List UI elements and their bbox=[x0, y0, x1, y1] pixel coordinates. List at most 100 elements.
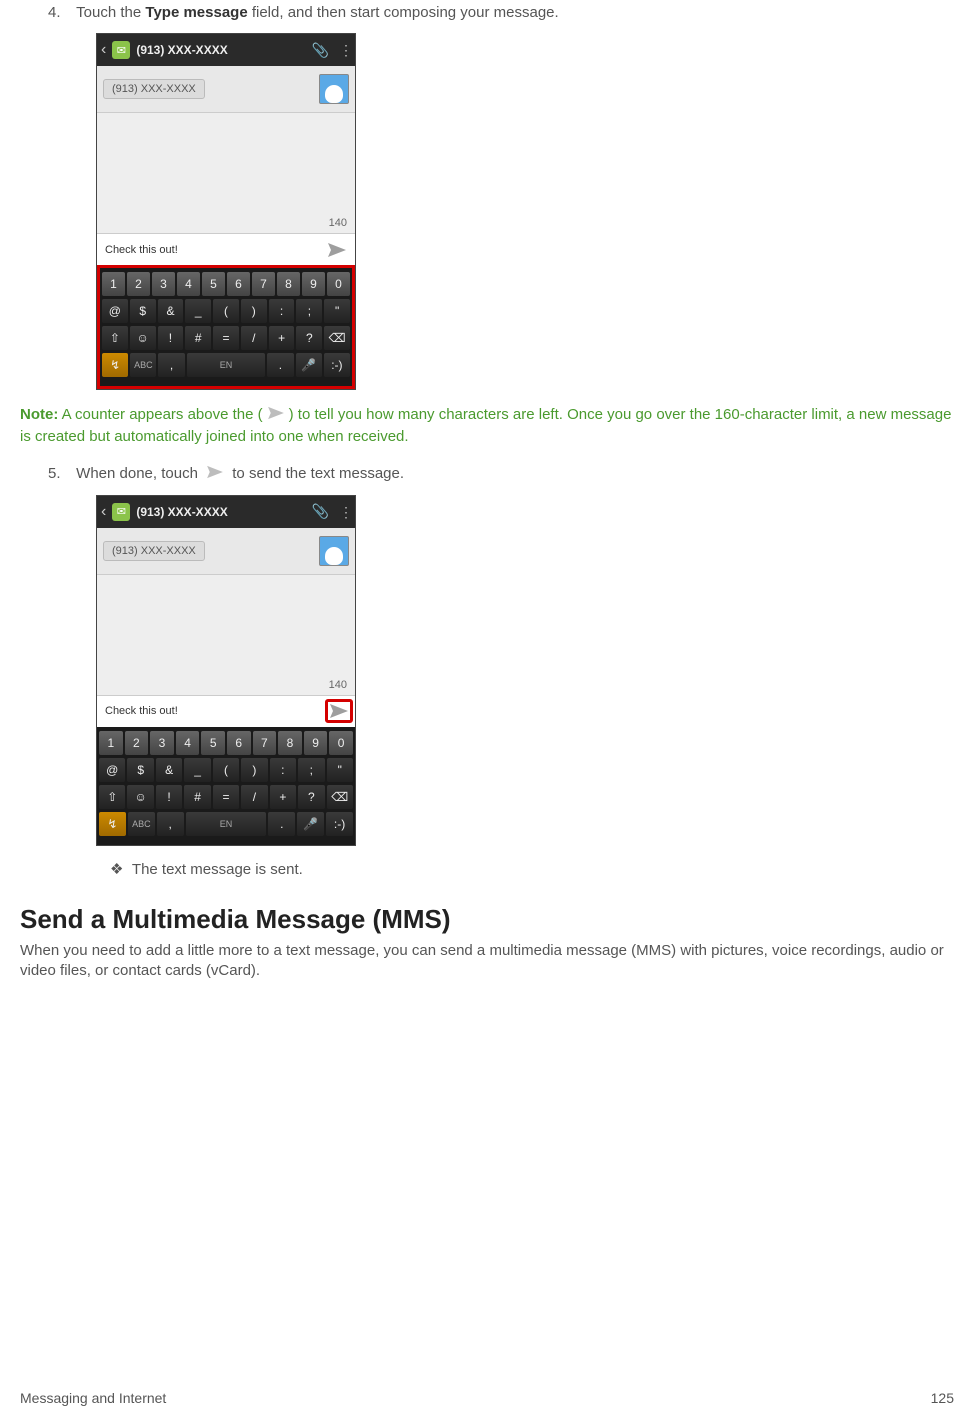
key: 2 bbox=[127, 272, 150, 296]
key: : bbox=[269, 299, 295, 323]
key: . bbox=[267, 353, 293, 377]
key-swype: ↯ bbox=[102, 353, 128, 377]
key: 8 bbox=[277, 272, 300, 296]
key: 3 bbox=[150, 731, 174, 755]
message-input-value: Check this out! bbox=[101, 244, 323, 256]
key: ; bbox=[296, 299, 322, 323]
footer-page-number: 125 bbox=[931, 1390, 954, 1406]
key-space: EN bbox=[187, 353, 266, 377]
key: _ bbox=[184, 758, 210, 782]
on-screen-keyboard-highlighted: 1 2 3 4 5 6 7 8 9 0 @ $ & _ ( ) : ; " bbox=[97, 265, 355, 389]
result-text: The text message is sent. bbox=[132, 861, 303, 878]
contact-avatar-icon bbox=[319, 536, 349, 566]
char-counter: 140 bbox=[329, 217, 347, 229]
key: . bbox=[268, 812, 295, 836]
key: = bbox=[213, 326, 239, 350]
send-button-highlighted bbox=[325, 699, 353, 723]
attach-icon: 📎 bbox=[312, 503, 329, 520]
char-counter: 140 bbox=[329, 679, 347, 691]
key: 9 bbox=[304, 731, 328, 755]
recipient-row: (913) XXX-XXXX bbox=[97, 66, 355, 113]
key: # bbox=[185, 326, 211, 350]
key: , bbox=[157, 812, 184, 836]
key: 0 bbox=[329, 731, 353, 755]
key-mic: 🎤 bbox=[297, 812, 324, 836]
key: 8 bbox=[278, 731, 302, 755]
key-smiley: :-) bbox=[324, 353, 350, 377]
step5-pre: When done, touch bbox=[76, 465, 202, 482]
key-swype: ↯ bbox=[99, 812, 126, 836]
overflow-menu-icon: ⋮ bbox=[339, 47, 351, 53]
keyboard-row-1: 1 2 3 4 5 6 7 8 9 0 bbox=[99, 731, 353, 755]
note-label: Note: bbox=[20, 406, 58, 423]
messaging-app-icon: ✉ bbox=[112, 41, 130, 59]
key: 7 bbox=[253, 731, 277, 755]
message-thread-area: 140 bbox=[97, 575, 355, 695]
key-abc: ABC bbox=[130, 353, 156, 377]
keyboard-row-1: 1 2 3 4 5 6 7 8 9 0 bbox=[102, 272, 350, 296]
key-shift: ⇧ bbox=[102, 326, 128, 350]
overflow-menu-icon: ⋮ bbox=[339, 509, 351, 515]
screenshot-2: ‹ ✉ (913) XXX-XXXX 📎 ⋮ (913) XXX-XXXX 14… bbox=[96, 495, 954, 846]
phone-frame: ‹ ✉ (913) XXX-XXXX 📎 ⋮ (913) XXX-XXXX 14… bbox=[96, 33, 356, 390]
key: ; bbox=[298, 758, 324, 782]
key-backspace: ⌫ bbox=[327, 785, 353, 809]
result-bullet: ❖ The text message is sent. bbox=[110, 860, 954, 878]
key-emoji: ☺ bbox=[127, 785, 153, 809]
attach-icon: 📎 bbox=[312, 42, 329, 59]
key: & bbox=[156, 758, 182, 782]
key: ( bbox=[213, 299, 239, 323]
key-abc: ABC bbox=[128, 812, 155, 836]
recipient-row: (913) XXX-XXXX bbox=[97, 528, 355, 575]
key: $ bbox=[127, 758, 153, 782]
footer-section-name: Messaging and Internet bbox=[20, 1390, 166, 1406]
keyboard-row-3: ⇧ ☺ ! # = / + ? ⌫ bbox=[102, 326, 350, 350]
key-mic: 🎤 bbox=[296, 353, 322, 377]
key: ? bbox=[298, 785, 324, 809]
send-icon-inline bbox=[265, 405, 287, 426]
step-5: 5. When done, touch to send the text mes… bbox=[48, 465, 954, 483]
phone-titlebar: ‹ ✉ (913) XXX-XXXX 📎 ⋮ bbox=[97, 496, 355, 528]
key: 7 bbox=[252, 272, 275, 296]
back-icon: ‹ bbox=[101, 503, 106, 521]
key: " bbox=[327, 758, 353, 782]
key-space: EN bbox=[186, 812, 267, 836]
note-paragraph: Note: A counter appears above the () to … bbox=[20, 404, 954, 447]
key: 0 bbox=[327, 272, 350, 296]
key: 5 bbox=[201, 731, 225, 755]
step-number: 4. bbox=[48, 4, 72, 21]
key: ) bbox=[241, 299, 267, 323]
diamond-bullet-icon: ❖ bbox=[110, 860, 128, 878]
key: @ bbox=[99, 758, 125, 782]
key: / bbox=[241, 785, 267, 809]
key-emoji: ☺ bbox=[130, 326, 156, 350]
key-backspace: ⌫ bbox=[324, 326, 350, 350]
on-screen-keyboard: 1 2 3 4 5 6 7 8 9 0 @ $ & _ ( ) : ; " bbox=[97, 727, 355, 845]
key: @ bbox=[102, 299, 128, 323]
section-body: When you need to add a little more to a … bbox=[20, 941, 954, 982]
keyboard-row-2: @ $ & _ ( ) : ; " bbox=[99, 758, 353, 782]
phone-frame: ‹ ✉ (913) XXX-XXXX 📎 ⋮ (913) XXX-XXXX 14… bbox=[96, 495, 356, 846]
step4-bold: Type message bbox=[145, 4, 247, 21]
step5-post: to send the text message. bbox=[228, 465, 404, 482]
key: 1 bbox=[99, 731, 123, 755]
key: / bbox=[241, 326, 267, 350]
note-pre: A counter appears above the ( bbox=[58, 406, 262, 423]
key: 6 bbox=[227, 272, 250, 296]
key: " bbox=[324, 299, 350, 323]
key: ? bbox=[296, 326, 322, 350]
key: 3 bbox=[152, 272, 175, 296]
send-icon-inline bbox=[204, 465, 226, 483]
key: ! bbox=[156, 785, 182, 809]
back-icon: ‹ bbox=[101, 41, 106, 59]
send-button bbox=[323, 238, 351, 262]
key: $ bbox=[130, 299, 156, 323]
key: : bbox=[270, 758, 296, 782]
conversation-title: (913) XXX-XXXX bbox=[136, 505, 305, 519]
recipient-chip: (913) XXX-XXXX bbox=[103, 541, 205, 561]
key: 5 bbox=[202, 272, 225, 296]
key: 2 bbox=[125, 731, 149, 755]
send-icon bbox=[327, 242, 347, 258]
message-input-value: Check this out! bbox=[101, 705, 327, 717]
key: , bbox=[158, 353, 184, 377]
